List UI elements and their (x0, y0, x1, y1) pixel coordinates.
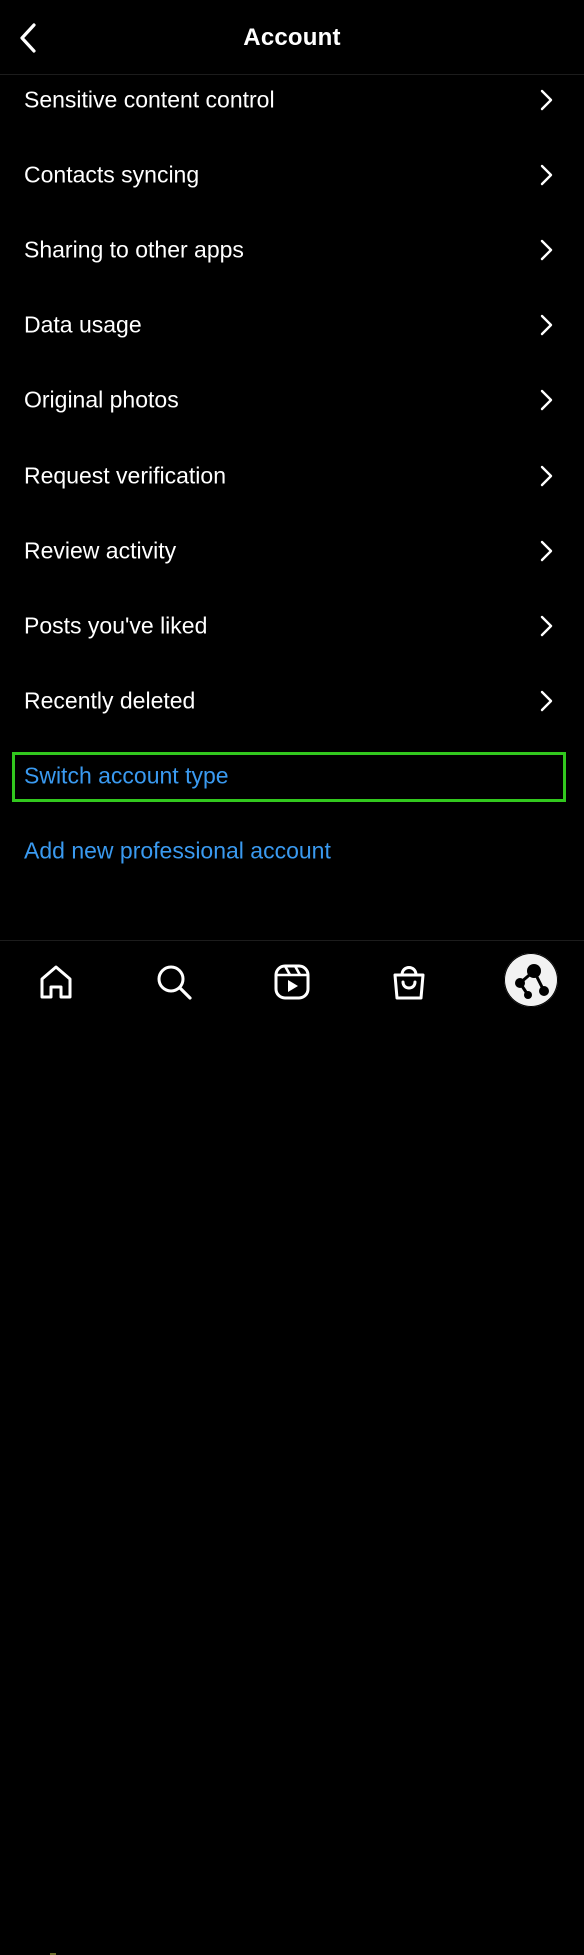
menu-item-sensitive-content-control[interactable]: Sensitive content control (0, 62, 584, 137)
menu-item-request-verification[interactable]: Request verification (0, 438, 584, 513)
chevron-right-icon (540, 89, 553, 110)
tab-shop[interactable] (384, 957, 434, 1007)
bottom-tab-bar (0, 940, 584, 1955)
menu-item-label: Posts you've liked (24, 612, 208, 639)
tab-reels[interactable] (267, 957, 317, 1007)
menu-item-sharing-to-other-apps[interactable]: Sharing to other apps (0, 212, 584, 287)
menu-item-label: Original photos (24, 386, 179, 413)
menu-item-label: Sensitive content control (24, 86, 275, 113)
menu-item-label: Request verification (24, 462, 226, 489)
menu-item-label: Review activity (24, 537, 177, 564)
chevron-right-icon (540, 540, 553, 561)
menu-item-review-activity[interactable]: Review activity (0, 513, 584, 588)
search-icon (157, 965, 192, 1000)
menu-item-contacts-syncing[interactable]: Contacts syncing (0, 137, 584, 212)
menu-item-data-usage[interactable]: Data usage (0, 288, 584, 363)
chevron-right-icon (540, 164, 553, 185)
link-label: Add new professional account (24, 837, 331, 864)
menu-item-label: Contacts syncing (24, 161, 200, 188)
shop-icon (393, 966, 425, 1000)
profile-avatar-icon (504, 953, 558, 1007)
menu-item-label: Data usage (24, 311, 142, 338)
menu-item-label: Sharing to other apps (24, 236, 244, 263)
menu-item-original-photos[interactable]: Original photos (0, 363, 584, 438)
profile-avatar[interactable] (504, 953, 558, 1007)
tab-search[interactable] (149, 957, 199, 1007)
add-professional-account-link[interactable]: Add new professional account (0, 814, 584, 889)
chevron-right-icon (540, 690, 553, 712)
menu-item-posts-youve-liked[interactable]: Posts you've liked (0, 588, 584, 663)
chevron-right-icon (540, 615, 553, 637)
reels-icon (274, 964, 310, 1000)
tab-home[interactable] (31, 957, 81, 1007)
chevron-right-icon (540, 239, 553, 261)
page-title: Account (243, 24, 341, 51)
home-icon (40, 965, 72, 999)
chevron-right-icon (540, 465, 553, 486)
chevron-right-icon (540, 314, 553, 336)
menu-item-recently-deleted[interactable]: Recently deleted (0, 664, 584, 739)
highlight-box (12, 752, 566, 802)
chevron-right-icon (540, 390, 553, 411)
menu-item-label: Recently deleted (24, 687, 196, 714)
